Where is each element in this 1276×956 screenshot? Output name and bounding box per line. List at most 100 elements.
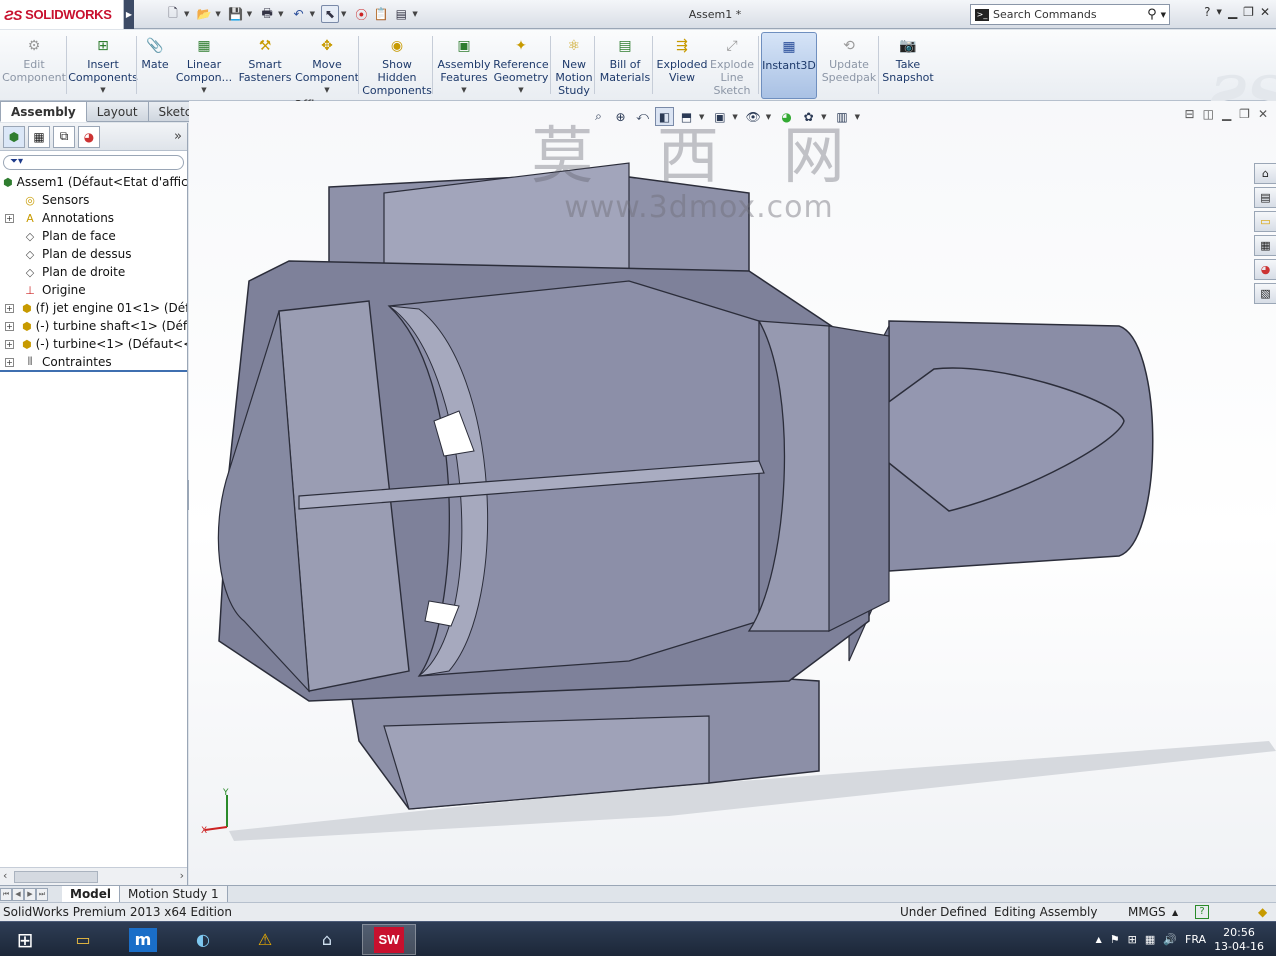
solidworks-logo[interactable]: ƧS SOLIDWORKS xyxy=(0,0,124,29)
zoom-to-fit-icon[interactable]: ⌕ xyxy=(589,107,608,126)
expand-panel-chevron-icon[interactable]: » xyxy=(174,129,182,144)
tab-first-icon[interactable]: ⏮ xyxy=(0,887,12,901)
previous-view-icon[interactable]: ⤺ xyxy=(633,107,652,126)
view-orientation-dropdown-icon[interactable]: ▼ xyxy=(699,113,704,121)
panel-horizontal-scrollbar[interactable]: ‹ › xyxy=(0,867,187,885)
mate-paperclip-button[interactable]: 📎 Mate xyxy=(140,32,170,99)
apply-scene-icon[interactable]: ✿ xyxy=(799,107,818,126)
undo-dropdown-icon[interactable]: ▼ xyxy=(310,10,315,18)
edit-appearance-icon[interactable]: ◕ xyxy=(777,107,796,126)
save-icon[interactable]: 💾 xyxy=(227,5,245,23)
scroll-thumb[interactable] xyxy=(14,871,98,883)
input-language[interactable]: FRA xyxy=(1185,933,1206,946)
volume-icon[interactable]: 🔊 xyxy=(1163,933,1177,946)
search-icon[interactable]: ⚲ xyxy=(1147,7,1157,22)
hide-show-items-icon[interactable]: 👁 xyxy=(744,107,763,126)
instant3d-button[interactable]: ▦ Instant3D xyxy=(761,32,817,99)
view-settings-dropdown-icon[interactable]: ▼ xyxy=(855,113,860,121)
tag-icon[interactable]: ◆ xyxy=(1258,905,1267,919)
tab-last-icon[interactable]: ⏭ xyxy=(36,887,48,901)
insert-components-button[interactable]: ⊞ Insert Components ▼ xyxy=(68,32,138,99)
motion-study-button[interactable]: ⚛ New Motion Study xyxy=(554,32,594,99)
configuration-manager-tab-icon[interactable]: ⧉ xyxy=(53,125,75,148)
viewport-close-icon[interactable]: ✕ xyxy=(1258,107,1268,121)
tree-item[interactable]: + ⬢(-) turbine<1> (Défaut<<De xyxy=(0,335,187,353)
tree-item[interactable]: + ⬢(f) jet engine 01<1> (Défaut xyxy=(0,299,187,317)
bottom-tab-motion-study-1[interactable]: Motion Study 1 xyxy=(120,886,228,902)
move-component-button[interactable]: ✥ Move Component ▼ xyxy=(295,32,359,99)
new-document-icon[interactable]: 🗋 xyxy=(164,5,182,23)
view-orientation-icon[interactable]: ⬒ xyxy=(677,107,696,126)
new-dropdown-icon[interactable]: ▼ xyxy=(184,10,189,18)
print-dropdown-icon[interactable]: ▼ xyxy=(278,10,283,18)
linear-pattern-button[interactable]: ▦ Linear Compon... ▼ xyxy=(174,32,234,99)
open-dropdown-icon[interactable]: ▼ xyxy=(215,10,220,18)
bottom-tab-model[interactable]: Model xyxy=(62,886,121,902)
display-style-dropdown-icon[interactable]: ▼ xyxy=(732,113,737,121)
select-dropdown-icon[interactable]: ▼ xyxy=(341,10,346,18)
maxthon-browser-icon[interactable]: m xyxy=(116,924,170,955)
apply-scene-dropdown-icon[interactable]: ▼ xyxy=(821,113,826,121)
units-up-arrow-icon[interactable]: ▲ xyxy=(1172,908,1178,917)
speedpak-button[interactable]: ⟲ Update Speedpak xyxy=(820,32,878,99)
file-properties-icon[interactable]: 📋 xyxy=(372,5,390,23)
tree-item[interactable]: ◇ Plan de dessus xyxy=(0,245,187,263)
property-manager-tab-icon[interactable]: ▦ xyxy=(28,125,50,148)
viewport-split-vertical-icon[interactable]: ◫ xyxy=(1203,107,1214,121)
save-dropdown-icon[interactable]: ▼ xyxy=(247,10,252,18)
command-dropdown-icon[interactable]: ▼ xyxy=(100,84,105,97)
help-dropdown-icon[interactable]: ▼ xyxy=(1217,8,1222,16)
flag-icon[interactable]: ⚑ xyxy=(1110,933,1120,946)
search-dropdown-icon[interactable]: ▼ xyxy=(1161,11,1166,19)
viewport-restore-icon[interactable]: ❐ xyxy=(1239,107,1250,121)
command-dropdown-icon[interactable]: ▼ xyxy=(201,84,206,97)
assembly-features-button[interactable]: ▣ Assembly Features ▼ xyxy=(436,32,492,99)
media-player-icon[interactable]: ◐ xyxy=(176,924,230,955)
tab-next-icon[interactable]: ▶ xyxy=(24,887,36,901)
tree-item[interactable]: ⊥ Origine xyxy=(0,281,187,299)
search-input[interactable]: Search Commands xyxy=(993,8,1143,21)
tree-item[interactable]: ◇ Plan de face xyxy=(0,227,187,245)
display-style-icon[interactable]: ▣ xyxy=(710,107,729,126)
tree-item[interactable]: ◇ Plan de droite xyxy=(0,263,187,281)
file-explorer-icon[interactable]: ▭ xyxy=(1254,211,1276,232)
tab-prev-icon[interactable]: ◀ xyxy=(12,887,24,901)
explode-line-button[interactable]: ⤢ Explode Line Sketch xyxy=(710,32,754,99)
command-dropdown-icon[interactable]: ▼ xyxy=(324,84,329,97)
units-selector[interactable]: MMGS xyxy=(1128,905,1166,919)
appearances-scenes-icon[interactable]: ◕ xyxy=(1254,259,1276,280)
hide-show-dropdown-icon[interactable]: ▼ xyxy=(766,113,771,121)
app-taskbar-icon[interactable]: ⌂ xyxy=(300,924,354,955)
command-dropdown-icon[interactable]: ▼ xyxy=(518,84,523,97)
windows-tray-icon[interactable]: ⊞ xyxy=(1128,933,1137,946)
close-icon[interactable]: ✕ xyxy=(1260,5,1270,19)
feature-manager-tab-icon[interactable]: ⬢ xyxy=(3,125,25,148)
solidworks-taskbar-icon[interactable]: SW xyxy=(362,924,416,955)
undo-icon[interactable]: ↶ xyxy=(290,5,308,23)
expand-toggle-icon[interactable]: + xyxy=(5,339,14,349)
network-icon[interactable]: ▦ xyxy=(1145,933,1155,946)
clock[interactable]: 20:56 13-04-16 xyxy=(1214,926,1264,954)
tree-rollback-bar[interactable] xyxy=(0,370,187,372)
menu-expand-arrow-icon[interactable]: ▶ xyxy=(124,0,134,29)
tree-item[interactable]: ⬢ Assem1 (Défaut<Etat d'afficha xyxy=(0,173,187,191)
tab-layout[interactable]: Layout xyxy=(86,101,149,122)
open-folder-icon[interactable]: 📂 xyxy=(195,5,213,23)
section-view-icon[interactable]: ◧ xyxy=(655,107,674,126)
viewport-minimize-icon[interactable]: ▁ xyxy=(1222,107,1231,121)
zoom-to-area-icon[interactable]: ⊕ xyxy=(611,107,630,126)
edit-component-button[interactable]: ⚙ Edit Component xyxy=(2,32,66,99)
rebuild-traffic-light-icon[interactable]: ⦿ xyxy=(352,5,370,23)
smart-fasteners-button[interactable]: ⚒ Smart Fasteners xyxy=(238,32,292,99)
print-icon[interactable]: 🖶 xyxy=(258,5,276,23)
exploded-view-button[interactable]: ⇶ Exploded View xyxy=(656,32,708,99)
graphics-area[interactable]: Y X 莫 西 网 www.3dmox.com ⌕ ⊕ ⤺ ◧ ⬒ ▼ ▣ ▼ 👁 ▼… xyxy=(189,101,1276,885)
select-cursor-icon[interactable]: ⬉ xyxy=(320,5,339,23)
view-settings-icon[interactable]: ▥ xyxy=(833,107,852,126)
options-icon[interactable]: ▤ xyxy=(392,5,410,23)
bom-button[interactable]: ▤ Bill of Materials xyxy=(598,32,652,99)
tree-item[interactable]: + ⬢ (-) turbine shaft<1> (Défau xyxy=(0,317,187,335)
windows-start-icon[interactable]: ⊞ xyxy=(0,924,50,955)
show-hidden-button[interactable]: ◉ Show Hidden Components xyxy=(362,32,432,99)
reference-geometry-button[interactable]: ✦ Reference Geometry ▼ xyxy=(492,32,550,99)
